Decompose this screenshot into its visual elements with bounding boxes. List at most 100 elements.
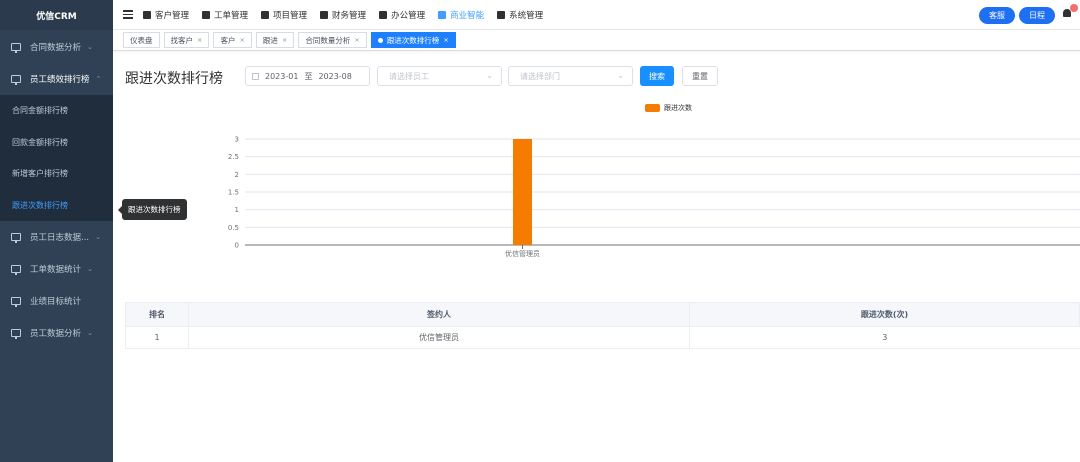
y-tick-label: 1.5	[228, 189, 239, 197]
chevron-down-icon: ⌄	[617, 71, 624, 80]
reset-button[interactable]: 重置	[682, 66, 718, 86]
chart-svg: 0 0.5 1 1.5 2 2.5 3 优信管理员	[228, 136, 1080, 258]
nav-item-bi[interactable]: 商业智能	[438, 9, 484, 21]
sidebar-item-employee-performance[interactable]: 员工绩效排行榜 ⌃	[0, 63, 113, 95]
chevron-down-icon: ⌄	[486, 71, 493, 80]
nav-item-finance[interactable]: 财务管理	[320, 9, 366, 21]
notification-badge	[1070, 4, 1078, 12]
chevron-down-icon: ⌄	[95, 233, 101, 241]
top-navbar: 客户管理 工单管理 项目管理 财务管理 办公管理 商业智能 系统管理 客服 日程	[113, 0, 1080, 30]
department-select[interactable]: 请选择部门 ⌄	[508, 66, 633, 86]
chevron-down-icon: ⌄	[87, 43, 93, 51]
service-button[interactable]: 客服	[979, 7, 1015, 24]
nav-item-label: 工单管理	[214, 10, 249, 21]
tags-view: 仪表盘 找客户 × 客户 × 跟进 × 合同数量分析 × 跟进次数排行榜 ×	[113, 30, 1080, 51]
search-button[interactable]: 搜索	[640, 66, 674, 86]
bell-icon[interactable]	[1063, 4, 1078, 19]
table-header-row: 排名 签约人 跟进次数(次)	[125, 302, 1080, 327]
column-header-followup-count[interactable]: 跟进次数(次)	[689, 302, 1080, 327]
close-icon[interactable]: ×	[239, 36, 244, 44]
tag-customer[interactable]: 客户 ×	[213, 32, 252, 48]
monitor-icon	[11, 297, 21, 307]
nav-item-label: 系统管理	[509, 10, 544, 21]
sidebar-item-label: 工单数据统计	[30, 265, 82, 275]
close-icon[interactable]: ×	[282, 36, 287, 44]
nav-item-office[interactable]: 办公管理	[379, 9, 425, 21]
sidebar-item-ticket-stats[interactable]: 工单数据统计 ⌄	[0, 253, 113, 285]
user-icon	[143, 10, 151, 19]
nav-item-label: 财务管理	[332, 10, 367, 21]
app-logo: 优信CRM	[0, 0, 113, 30]
y-tick-label: 2	[235, 171, 239, 179]
tag-label: 找客户	[170, 35, 194, 45]
tag-followup[interactable]: 跟进 ×	[255, 32, 295, 48]
schedule-button[interactable]: 日程	[1019, 7, 1055, 24]
bar-chart: 0 0.5 1 1.5 2 2.5 3 优信管理员	[113, 95, 1080, 285]
tag-label: 跟进	[262, 35, 278, 45]
nav-item-label: 客户管理	[155, 10, 190, 21]
employee-select[interactable]: 请选择员工 ⌄	[377, 66, 502, 86]
sidebar-item-label: 员工日志数据...	[30, 233, 90, 243]
chevron-down-icon: ⌄	[87, 265, 93, 273]
tag-label: 合同数量分析	[305, 35, 351, 45]
nav-item-system[interactable]: 系统管理	[497, 9, 543, 21]
date-range-picker[interactable]: 2023-01 至 2023-08	[245, 66, 370, 86]
sidebar-subitem-contract-amount[interactable]: 合同金额排行榜	[0, 95, 113, 127]
monitor-icon	[11, 265, 21, 275]
column-header-signer[interactable]: 签约人	[188, 302, 690, 327]
hamburger-icon[interactable]	[123, 10, 133, 19]
nav-item-tickets[interactable]: 工单管理	[202, 9, 248, 21]
clipboard-icon	[202, 10, 211, 19]
date-separator: 至	[304, 71, 313, 81]
date-start: 2023-01	[265, 71, 299, 81]
ranking-table: 排名 签约人 跟进次数(次) 1 优信管理员 3	[125, 302, 1080, 349]
table-cell-signer: 优信管理员	[188, 326, 690, 349]
monitor-icon	[11, 75, 21, 85]
close-icon[interactable]: ×	[443, 36, 448, 44]
sidebar-subitem-followup-count[interactable]: 跟进次数排行榜	[0, 190, 113, 222]
tag-find-customer[interactable]: 找客户 ×	[163, 32, 210, 48]
sidebar-item-label: 员工绩效排行榜	[30, 75, 90, 85]
column-header-rank[interactable]: 排名	[125, 302, 189, 327]
monitor-icon	[11, 43, 21, 53]
page-title: 跟进次数排行榜	[125, 71, 223, 87]
tag-followup-rank[interactable]: 跟进次数排行榜 ×	[370, 32, 456, 48]
date-end: 2023-08	[318, 71, 352, 81]
sidebar: 优信CRM 合同数据分析 ⌄ 员工绩效排行榜 ⌃ 合同金额排行榜 回款金额排行榜…	[0, 0, 113, 462]
table-cell-rank: 1	[125, 326, 189, 349]
chevron-up-icon: ⌃	[95, 75, 102, 83]
tag-dashboard[interactable]: 仪表盘	[123, 32, 160, 48]
sidebar-item-employee-analysis[interactable]: 员工数据分析 ⌄	[0, 317, 113, 349]
monitor-icon	[11, 233, 21, 243]
y-tick-label: 0	[235, 242, 239, 250]
sidebar-subitem-payment-amount[interactable]: 回款金额排行榜	[0, 127, 113, 159]
monitor-icon	[438, 10, 447, 19]
table-row[interactable]: 1 优信管理员 3	[125, 326, 1080, 349]
nav-item-customers[interactable]: 客户管理	[143, 9, 189, 21]
sidebar-item-label: 员工数据分析	[30, 329, 82, 339]
office-icon	[379, 10, 388, 19]
sidebar-item-contract-analysis[interactable]: 合同数据分析 ⌄	[0, 31, 113, 63]
wallet-icon	[320, 10, 329, 19]
close-icon[interactable]: ×	[354, 36, 359, 44]
app-root: 优信CRM 合同数据分析 ⌄ 员工绩效排行榜 ⌃ 合同金额排行榜 回款金额排行榜…	[0, 0, 1080, 462]
sidebar-item-employee-logs[interactable]: 员工日志数据... ⌄	[0, 221, 113, 253]
wrench-icon	[497, 10, 506, 19]
calendar-icon	[252, 72, 259, 80]
sidebar-item-target-stats[interactable]: 业绩目标统计	[0, 285, 113, 317]
close-icon[interactable]: ×	[197, 36, 202, 44]
nav-item-label: 商业智能	[450, 10, 485, 21]
tag-label: 仪表盘	[130, 35, 153, 45]
project-icon	[261, 10, 270, 19]
chart-bar[interactable]	[513, 139, 532, 245]
nav-item-label: 办公管理	[391, 10, 426, 21]
monitor-icon	[11, 329, 21, 339]
tag-contract-count[interactable]: 合同数量分析 ×	[298, 32, 367, 48]
tag-label: 客户	[220, 35, 236, 45]
x-tick-label: 优信管理员	[505, 249, 540, 258]
sidebar-item-label: 合同数据分析	[30, 43, 82, 53]
sidebar-subitem-new-customers[interactable]: 新增客户排行榜	[0, 158, 113, 190]
nav-item-projects[interactable]: 项目管理	[261, 9, 307, 21]
y-tick-label: 3	[235, 136, 239, 144]
sidebar-item-label: 业绩目标统计	[30, 297, 82, 307]
